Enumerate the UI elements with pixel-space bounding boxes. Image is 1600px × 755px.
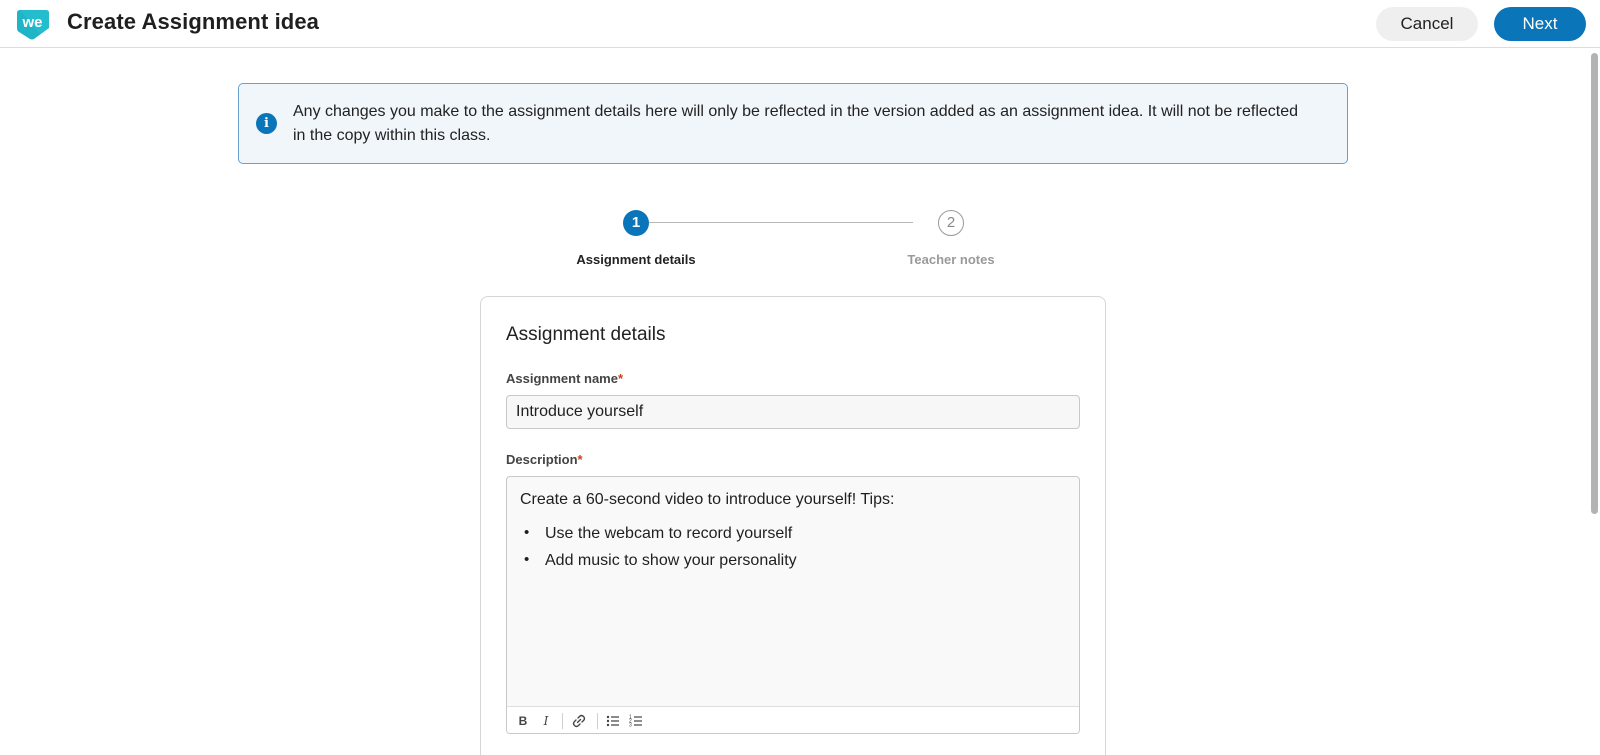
numbered-list-icon[interactable]: 1 2 3 xyxy=(626,711,646,731)
step-2-label: Teacher notes xyxy=(907,252,995,267)
bulleted-list-icon[interactable] xyxy=(603,711,623,731)
required-mark: * xyxy=(577,452,583,467)
assignment-name-label-text: Assignment name xyxy=(506,371,618,386)
description-intro[interactable]: Create a 60-second video to introduce yo… xyxy=(520,488,1060,512)
svg-text:3: 3 xyxy=(629,723,632,729)
toolbar-divider xyxy=(597,713,598,729)
description-bullet[interactable]: Add music to show your personality xyxy=(524,546,797,574)
cancel-button[interactable]: Cancel xyxy=(1376,7,1478,41)
description-bullet-list[interactable]: Use the webcam to record yourself Add mu… xyxy=(524,519,797,574)
assignment-name-input[interactable] xyxy=(506,395,1080,429)
top-bar: we Create Assignment idea Cancel Next xyxy=(0,0,1600,48)
italic-button[interactable]: I xyxy=(536,711,556,731)
description-label-text: Description xyxy=(506,452,578,467)
description-editor[interactable]: Create a 60-second video to introduce yo… xyxy=(506,476,1080,734)
step-1-indicator[interactable]: 1 xyxy=(623,210,649,236)
bold-button[interactable]: B xyxy=(513,711,533,731)
description-label: Description* xyxy=(506,452,583,467)
wevideo-logo: we xyxy=(17,10,49,40)
required-mark: * xyxy=(617,371,624,386)
link-icon[interactable] xyxy=(569,711,589,731)
assignment-name-label: Assignment name* xyxy=(506,371,623,386)
scrollbar-thumb[interactable] xyxy=(1591,53,1598,514)
info-icon: i xyxy=(256,113,277,134)
assignment-details-card: Assignment details Assignment name* Desc… xyxy=(480,296,1106,755)
card-title: Assignment details xyxy=(506,324,666,345)
step-2-indicator[interactable]: 2 xyxy=(938,210,964,236)
info-banner: i Any changes you make to the assignment… xyxy=(238,83,1348,164)
toolbar-divider xyxy=(562,713,563,729)
svg-text:we: we xyxy=(21,14,42,31)
description-bullet[interactable]: Use the webcam to record yourself xyxy=(524,519,797,547)
page-title: Create Assignment idea xyxy=(67,9,320,34)
editor-toolbar: B I 1 2 3 xyxy=(507,706,1079,733)
next-button[interactable]: Next xyxy=(1494,7,1586,41)
stepper-connector xyxy=(636,222,913,223)
stepper: 1 2 Assignment details Teacher notes xyxy=(560,205,1010,285)
info-banner-text: Any changes you make to the assignment d… xyxy=(293,103,1299,144)
step-1-label: Assignment details xyxy=(576,252,696,267)
